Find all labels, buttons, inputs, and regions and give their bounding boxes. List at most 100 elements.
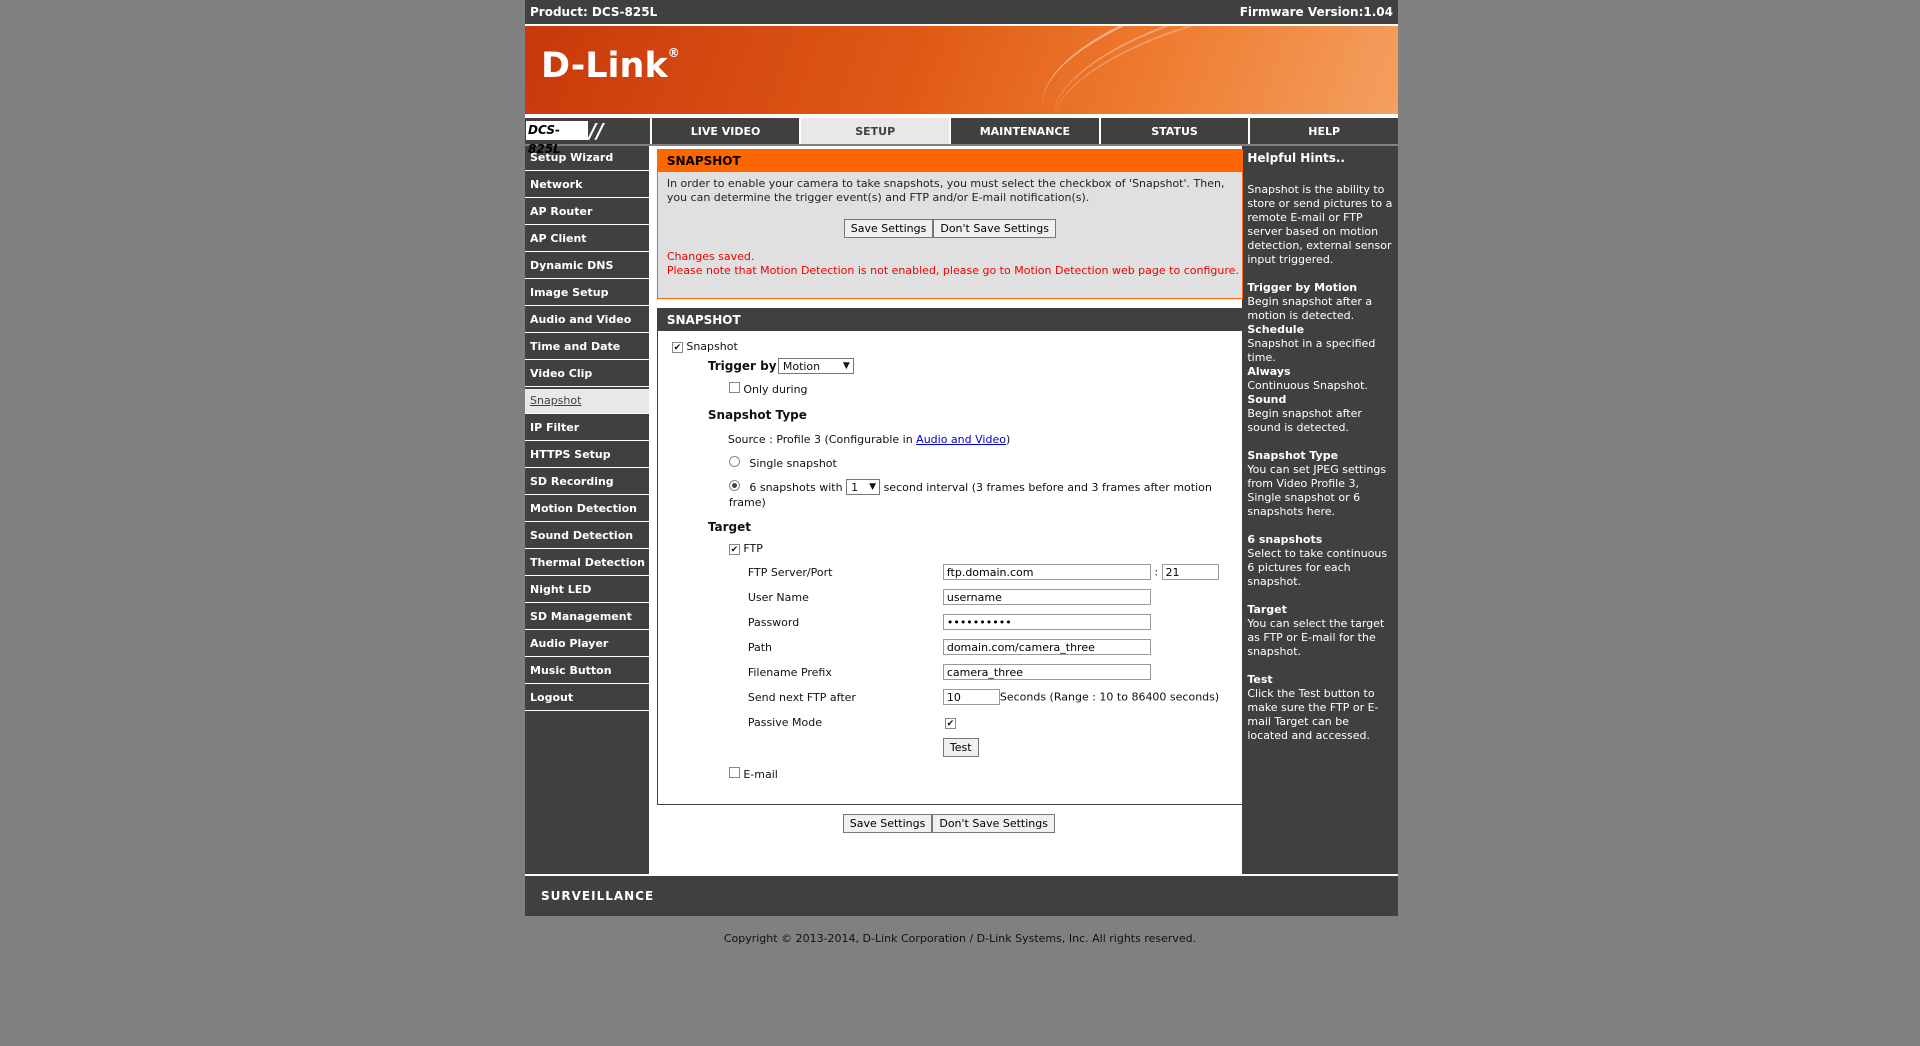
footer-bar: SURVEILLANCE	[525, 874, 1398, 916]
only-during-label: Only during	[743, 383, 808, 396]
chevron-down-icon: ▼	[869, 482, 877, 492]
dont-save-button[interactable]: Don't Save Settings	[932, 814, 1055, 833]
hints-six-text: Select to take continuous 6 pictures for…	[1247, 547, 1388, 588]
password-label: Password	[747, 616, 800, 629]
filename-prefix-label: Filename Prefix	[747, 666, 832, 679]
filename-prefix-input[interactable]	[942, 664, 1151, 680]
tab-status[interactable]: STATUS	[1100, 118, 1249, 144]
product-label: Product: DCS-825L	[530, 5, 658, 19]
ftp-server-label: FTP Server/Port	[747, 566, 833, 579]
email-checkbox[interactable]	[728, 767, 740, 778]
sidebar-item-sd-recording[interactable]: SD Recording	[525, 470, 649, 495]
hints-always-title: Always	[1247, 365, 1291, 378]
six-snapshots-label: 6 snapshots with	[749, 481, 843, 494]
save-button[interactable]: Save Settings	[842, 814, 933, 833]
snapshot-type-label: Snapshot Type	[707, 408, 807, 422]
snapshot-settings-panel: SNAPSHOT ✔ Snapshot Trigger by Motion ▼ O…	[656, 308, 1243, 805]
sidebar-item-ip-filter[interactable]: IP Filter	[525, 416, 649, 441]
sidebar-item-sd-management[interactable]: SD Management	[525, 605, 649, 630]
helpful-hints-panel: Helpful Hints.. Snapshot is the ability …	[1242, 146, 1398, 874]
password-input[interactable]	[942, 614, 1151, 630]
hints-test-text: Click the Test button to make sure the F…	[1247, 687, 1379, 742]
snapshot-label: Snapshot	[686, 340, 738, 353]
model-label: DCS-825L	[526, 121, 588, 156]
user-name-input[interactable]	[942, 589, 1151, 605]
status-panel-description: In order to enable your camera to take s…	[666, 177, 1225, 204]
send-next-ftp-label: Send next FTP after	[747, 691, 856, 704]
content-area: Setup Wizard Network AP Router AP Client Dyn…	[525, 146, 1398, 874]
top-bar: Product: DCS-825L Firmware Version:1.04	[525, 0, 1398, 26]
motion-warning-msg: Please note that Motion Detection is not…	[666, 264, 1239, 277]
interval-description-2: frame)	[728, 496, 766, 509]
audio-video-link[interactable]: Audio and Video	[916, 433, 1006, 446]
hints-schedule-text: Snapshot in a specified time.	[1247, 337, 1376, 364]
passive-mode-label: Passive Mode	[747, 716, 822, 729]
interval-description: second interval (3 frames before and 3 f…	[883, 481, 1212, 494]
sidebar-item-https-setup[interactable]: HTTPS Setup	[525, 443, 649, 468]
ftp-label: FTP	[743, 542, 763, 555]
sidebar-item-night-led[interactable]: Night LED	[525, 578, 649, 603]
page-frame: Product: DCS-825L Firmware Version:1.04 …	[525, 0, 1398, 916]
sidebar-item-sound-detection[interactable]: Sound Detection	[525, 524, 649, 549]
tab-live-video[interactable]: LIVE VIDEO	[651, 118, 800, 144]
only-during-checkbox[interactable]	[728, 382, 740, 393]
sidebar-item-dynamic-dns[interactable]: Dynamic DNS	[525, 254, 649, 279]
hints-sound-text: Begin snapshot after sound is detected.	[1247, 407, 1362, 434]
hints-schedule-title: Schedule	[1247, 323, 1305, 336]
sidebar-item-logout[interactable]: Logout	[525, 686, 649, 711]
chevron-down-icon: ▼	[842, 361, 850, 371]
trigger-select[interactable]: Motion ▼	[777, 358, 854, 374]
send-next-ftp-input[interactable]	[942, 689, 1000, 705]
copyright: Copyright © 2013-2014, D-Link Corporatio…	[723, 932, 1197, 945]
sidebar-item-audio-and-video[interactable]: Audio and Video	[525, 308, 649, 333]
sidebar-item-thermal-detection[interactable]: Thermal Detection	[525, 551, 649, 576]
tab-help[interactable]: HELP	[1250, 118, 1398, 144]
hints-type-title: Snapshot Type	[1247, 449, 1339, 462]
path-input[interactable]	[942, 639, 1151, 655]
surveillance-label: SURVEILLANCE	[541, 889, 655, 903]
test-button[interactable]: Test	[942, 738, 979, 757]
save-button-top[interactable]: Save Settings	[843, 219, 934, 238]
hints-test-title: Test	[1247, 673, 1273, 686]
interval-select[interactable]: 1 ▼	[846, 479, 881, 495]
dont-save-button-top[interactable]: Don't Save Settings	[933, 219, 1056, 238]
six-snapshots-radio[interactable]	[728, 480, 740, 491]
snapshot-checkbox[interactable]: ✔	[671, 342, 683, 353]
sidebar-item-image-setup[interactable]: Image Setup	[525, 281, 649, 306]
header-banner: D-Link®	[525, 26, 1398, 118]
snapshot-panel-title: SNAPSHOT	[657, 309, 1242, 331]
ftp-port-input[interactable]	[1161, 564, 1219, 580]
tab-maintenance[interactable]: MAINTENANCE	[951, 118, 1099, 144]
hints-intro: Snapshot is the ability to store or send…	[1247, 183, 1393, 266]
ftp-checkbox[interactable]: ✔	[728, 544, 740, 555]
hints-always-text: Continuous Snapshot.	[1247, 379, 1368, 392]
sidebar-item-motion-detection[interactable]: Motion Detection	[525, 497, 649, 522]
sidebar-item-network[interactable]: Network	[525, 173, 649, 198]
sidebar-item-snapshot[interactable]: Snapshot	[525, 389, 649, 414]
hints-target-title: Target	[1247, 603, 1287, 616]
single-snapshot-radio[interactable]	[728, 456, 740, 467]
sidebar-item-audio-player[interactable]: Audio Player	[525, 632, 649, 657]
hints-type-text: You can set JPEG settings from Video Pro…	[1247, 463, 1387, 518]
hints-target-text: You can select the target as FTP or E-ma…	[1247, 617, 1385, 658]
passive-mode-checkbox[interactable]: ✔	[944, 718, 956, 729]
model-badge: DCS-825L //	[525, 118, 650, 156]
status-panel: SNAPSHOT In order to enable your camera …	[656, 149, 1243, 299]
nav-row: DCS-825L // LIVE VIDEO SETUP MAINTENANCE…	[525, 118, 1398, 156]
ftp-server-input[interactable]	[942, 564, 1151, 580]
hints-sound-title: Sound	[1247, 393, 1287, 406]
single-snapshot-label: Single snapshot	[749, 457, 837, 470]
trigger-by-label: Trigger by	[707, 359, 777, 373]
sidebar-item-ap-client[interactable]: AP Client	[525, 227, 649, 252]
tab-setup[interactable]: SETUP	[801, 118, 950, 144]
sidebar: Setup Wizard Network AP Router AP Client Dyn…	[525, 146, 649, 874]
source-text: Source : Profile 3 (Configurable in Audi…	[727, 433, 1011, 446]
sidebar-item-music-button[interactable]: Music Button	[525, 659, 649, 684]
sidebar-item-time-and-date[interactable]: Time and Date	[525, 335, 649, 360]
sidebar-item-ap-router[interactable]: AP Router	[525, 200, 649, 225]
main-panel: SNAPSHOT In order to enable your camera …	[650, 146, 1243, 874]
send-next-ftp-range: Seconds (Range : 10 to 86400 seconds)	[999, 690, 1220, 704]
user-name-label: User Name	[747, 591, 809, 604]
sidebar-item-video-clip[interactable]: Video Clip	[525, 362, 649, 387]
status-panel-title: SNAPSHOT	[657, 150, 1242, 172]
